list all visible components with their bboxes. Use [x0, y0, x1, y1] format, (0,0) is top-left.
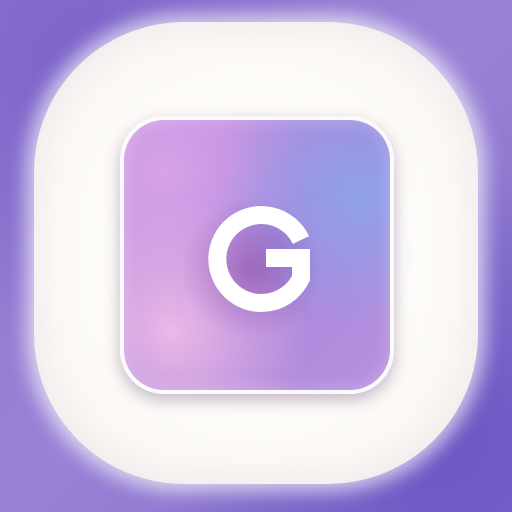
g-letter-icon: G — [124, 120, 398, 398]
app-icon-tile[interactable]: G — [120, 116, 394, 394]
app-icon-canvas: { "icon": { "letter": "G", "name": "g-ap… — [0, 0, 512, 512]
